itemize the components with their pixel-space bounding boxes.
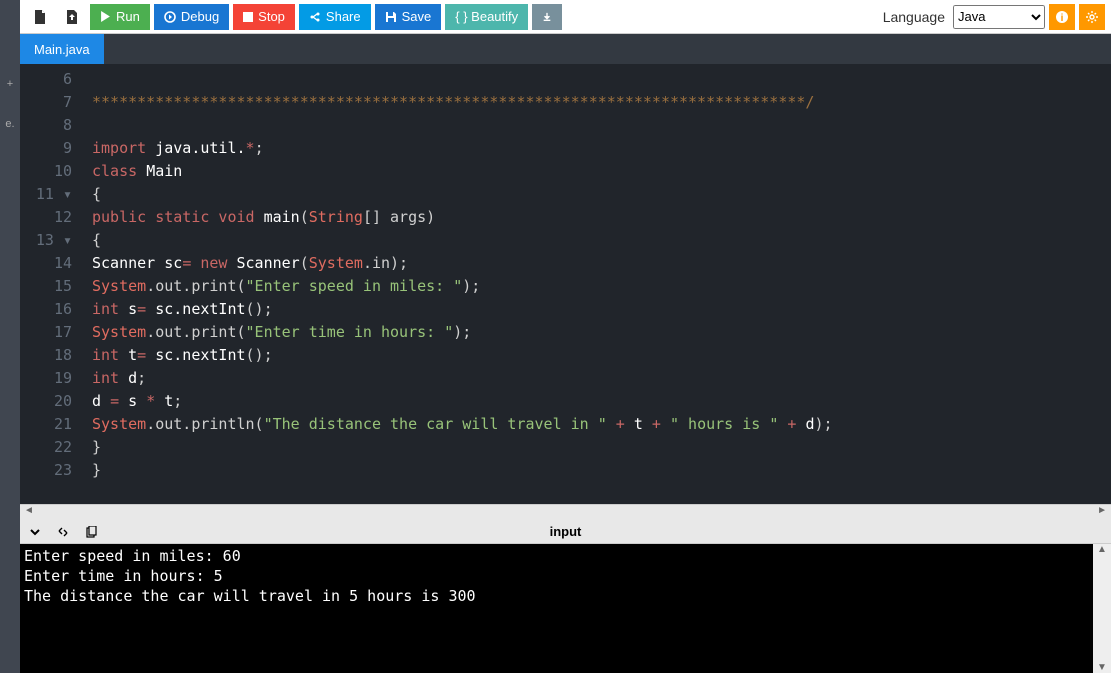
- toolbar: Run Debug Stop Share Save { } Beautify L…: [20, 0, 1111, 34]
- console-expand-icon[interactable]: [54, 523, 72, 541]
- rail-item-1[interactable]: +: [7, 78, 13, 90]
- save-button[interactable]: Save: [375, 4, 442, 30]
- debug-label: Debug: [181, 9, 219, 24]
- line-gutter: 67891011 ▾1213 ▾14151617181920212223: [20, 64, 82, 504]
- tab-bar: Main.java: [20, 34, 1111, 64]
- tab-main-java[interactable]: Main.java: [20, 34, 104, 64]
- console-copy-icon[interactable]: [82, 523, 100, 541]
- share-button[interactable]: Share: [299, 4, 371, 30]
- language-label: Language: [883, 9, 945, 25]
- run-button[interactable]: Run: [90, 4, 150, 30]
- download-button[interactable]: [532, 4, 562, 30]
- beautify-label: { } Beautify: [455, 9, 518, 24]
- svg-text:i: i: [1061, 13, 1064, 24]
- beautify-button[interactable]: { } Beautify: [445, 4, 528, 30]
- code-editor[interactable]: 67891011 ▾1213 ▾14151617181920212223 ***…: [20, 64, 1111, 504]
- console-title: input: [550, 524, 582, 539]
- language-select[interactable]: Java: [953, 5, 1045, 29]
- new-file-icon[interactable]: [26, 4, 54, 30]
- left-rail: + e.: [0, 0, 20, 673]
- info-button[interactable]: i: [1049, 4, 1075, 30]
- debug-button[interactable]: Debug: [154, 4, 229, 30]
- console-output[interactable]: Enter speed in miles: 60 Enter time in h…: [20, 544, 1093, 673]
- stop-label: Stop: [258, 9, 285, 24]
- console-scrollbar[interactable]: ▲▼: [1093, 544, 1111, 673]
- run-label: Run: [116, 9, 140, 24]
- rail-item-2[interactable]: e.: [5, 118, 14, 130]
- console-toolbar: input: [20, 520, 1111, 544]
- settings-button[interactable]: [1079, 4, 1105, 30]
- save-label: Save: [402, 9, 432, 24]
- share-label: Share: [326, 9, 361, 24]
- upload-icon[interactable]: [58, 4, 86, 30]
- editor-scrollbar[interactable]: ◄►: [20, 504, 1111, 520]
- code-area[interactable]: ****************************************…: [92, 64, 1111, 504]
- console-collapse-icon[interactable]: [26, 523, 44, 541]
- stop-button[interactable]: Stop: [233, 4, 295, 30]
